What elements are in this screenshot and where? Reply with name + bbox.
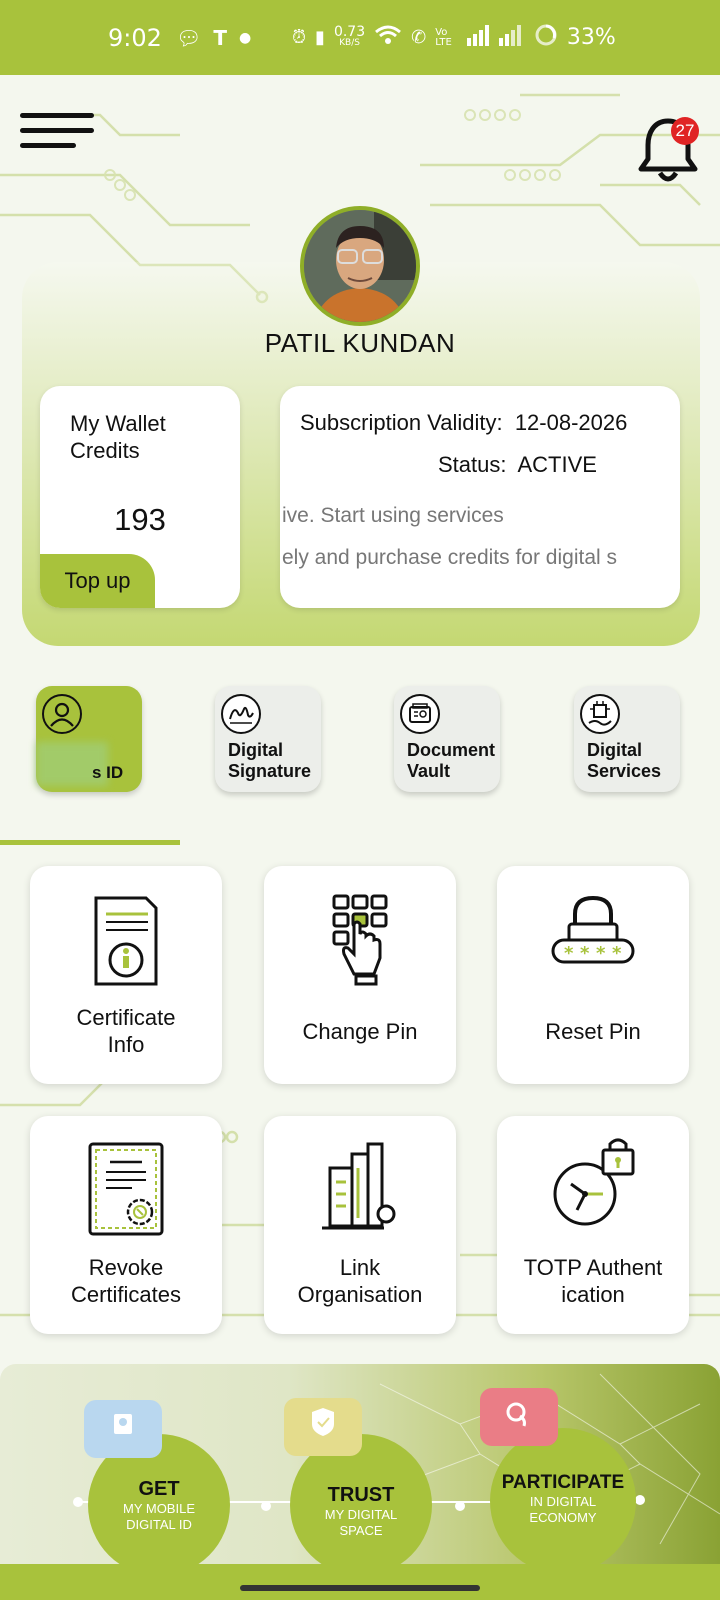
- svg-text:*: *: [612, 943, 622, 964]
- tile-revoke-certificates[interactable]: Revoke Certificates: [30, 1116, 222, 1334]
- wallet-credits-value: 193: [114, 502, 166, 537]
- svg-text:*: *: [564, 943, 574, 964]
- tile-certificate-info[interactable]: Certificate Info: [30, 866, 222, 1084]
- building-link-icon: [322, 1142, 396, 1230]
- vault-icon: [400, 694, 440, 734]
- shield-check-icon: [284, 1398, 362, 1456]
- keypad-touch-icon: [332, 894, 388, 986]
- promo-banner[interactable]: GET MY MOBILE DIGITAL ID TRUST MY DIGITA…: [0, 1364, 720, 1564]
- tile-link-organisation[interactable]: Link Organisation: [264, 1116, 456, 1334]
- status-time: 9:02: [108, 23, 162, 52]
- tile-totp-authentication[interactable]: TOTP Authent ication: [497, 1116, 689, 1334]
- avatar[interactable]: [300, 206, 420, 326]
- tab-label: Digital Signature: [228, 740, 312, 781]
- status-right-icons: ⏰︎ ▮ 0.73 KB/S ✆ Vo LTE 33%: [292, 23, 616, 52]
- signal-icon: [461, 24, 525, 51]
- subscription-validity: Subscription Validity: 12-08-2026: [300, 410, 628, 435]
- tab-digital-services[interactable]: Digital Services: [574, 686, 680, 792]
- handshake-icon: [480, 1388, 558, 1446]
- certificate-info-icon: [94, 896, 158, 986]
- tab-digital-signature[interactable]: Digital Signature: [215, 686, 321, 792]
- tile-reset-pin[interactable]: * * * * Reset Pin: [497, 866, 689, 1084]
- tab-mobile-id[interactable]: s ID: [36, 686, 142, 792]
- tab-document-vault[interactable]: Document Vault: [394, 686, 500, 792]
- dot-icon: ●: [239, 29, 252, 46]
- svg-text:*: *: [580, 943, 590, 964]
- padlock-password-icon: * * * *: [551, 895, 635, 964]
- user-name: PATIL KUNDAN: [264, 328, 456, 358]
- volte-icon: Vo LTE: [435, 26, 452, 48]
- tile-change-pin[interactable]: Change Pin: [264, 866, 456, 1084]
- tile-label: Certificate Info: [76, 1005, 176, 1057]
- signature-icon: [221, 694, 261, 734]
- marquee-line-2: ely and purchase credits for digital s: [282, 546, 618, 569]
- wifi-call-icon: ✆: [411, 27, 427, 48]
- promo-participate-circle: PARTICIPATE IN DIGITAL ECONOMY: [490, 1428, 636, 1564]
- tile-label: Reset Pin: [545, 1019, 641, 1044]
- clock-lock-icon: [553, 1138, 635, 1226]
- tile-label: Link Organisation: [297, 1255, 423, 1307]
- app-header: [0, 75, 720, 205]
- battery-icon: [534, 23, 558, 52]
- quick-tabs: s ID Digital Signature Document Vault Di…: [0, 686, 720, 796]
- vibrate-icon: ▮: [315, 27, 325, 48]
- topup-button[interactable]: Top up: [40, 554, 155, 608]
- notification-badge: 27: [671, 117, 699, 145]
- bottom-bar: [0, 1564, 720, 1600]
- tile-label: Change Pin: [302, 1019, 418, 1044]
- battery-percent: 33%: [566, 25, 616, 50]
- tile-label: Revoke Certificates: [70, 1255, 182, 1307]
- tab-label: Document Vault: [407, 740, 496, 781]
- wallet-card: My Wallet Credits 193 Top up: [40, 386, 240, 608]
- revoke-certificate-icon: [88, 1142, 164, 1236]
- wifi-icon: [374, 24, 402, 51]
- status-left-icons: 💬︎ T ●: [176, 26, 251, 50]
- net-speed: 0.73 KB/S: [333, 23, 366, 48]
- chat-icon: 💬︎: [176, 25, 202, 50]
- id-card-icon: [84, 1400, 162, 1458]
- chip-icon: [580, 694, 620, 734]
- alarm-icon: ⏰︎: [292, 27, 307, 48]
- active-tab-indicator: [0, 840, 180, 845]
- tab-label: s ID: [92, 763, 124, 782]
- user-circle-icon: [42, 694, 82, 734]
- tile-label: TOTP Authent ication: [523, 1255, 663, 1307]
- status-bar: 9:02 💬︎ T ● ⏰︎ ▮ 0.73 KB/S ✆ Vo LTE 33%: [0, 0, 720, 75]
- svg-text:*: *: [596, 943, 606, 964]
- subscription-card: Subscription Validity: 12-08-2026 Status…: [280, 386, 680, 608]
- wallet-title: My Wallet Credits: [70, 411, 166, 463]
- teams-icon: T: [213, 25, 228, 50]
- marquee-line-1: ive. Start using services: [282, 504, 504, 527]
- subscription-status: Status: ACTIVE: [438, 452, 597, 477]
- hamburger-menu-icon[interactable]: [20, 113, 94, 153]
- tab-label: Digital Services: [587, 740, 662, 781]
- home-indicator[interactable]: [240, 1585, 480, 1591]
